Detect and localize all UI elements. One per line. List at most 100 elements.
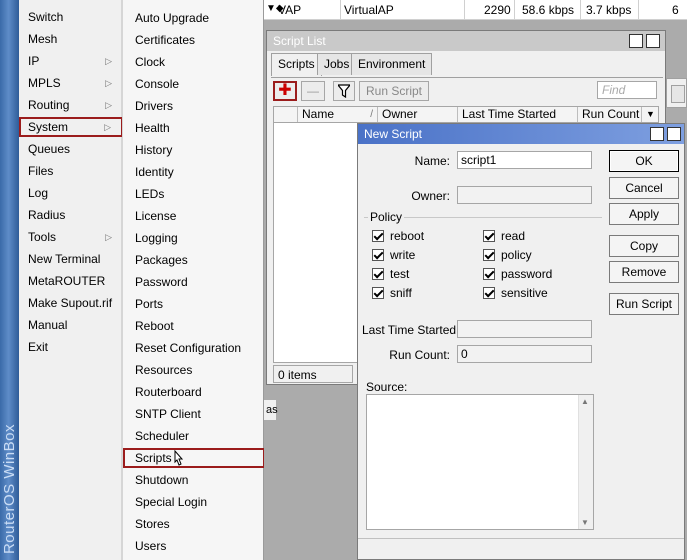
menu-item-system[interactable]: System ▷ [19,117,123,137]
policy-read[interactable]: read [483,229,525,243]
policy-test[interactable]: test [372,267,409,281]
background-fragment: as [264,400,278,420]
submenu-item-clock[interactable]: Clock [123,52,263,72]
menu-item-ip[interactable]: IP ▷ [19,51,122,71]
submenu-item-resources[interactable]: Resources [123,360,263,380]
column-run-count[interactable]: Run Count [578,107,642,122]
policy-label: read [501,229,526,243]
submenu-item-scripts[interactable]: Scripts [123,448,265,468]
menu-item-make-supout-rif[interactable]: Make Supout.rif [19,293,122,313]
submenu-item-license[interactable]: License [123,206,263,226]
submenu-arrow-icon: ▷ [105,78,112,88]
checkbox-checked-icon[interactable] [372,268,384,280]
submenu-item-stores[interactable]: Stores [123,514,263,534]
close-icon[interactable]: ✕ [646,34,660,48]
submenu-item-ports[interactable]: Ports [123,294,263,314]
submenu-item-packages[interactable]: Packages [123,250,263,270]
menu-item-files[interactable]: Files [19,161,122,181]
new-script-titlebar[interactable]: New Script □ ✕ [358,124,684,144]
background-interface-row[interactable]: ▼◆ VAP VirtualAP 2290 58.6 kbps 3.7 kbps… [264,0,687,20]
submenu-item-scheduler[interactable]: Scheduler [123,426,263,446]
menu-item-manual[interactable]: Manual [19,315,122,335]
checkbox-checked-icon[interactable] [483,268,495,280]
tab-environment[interactable]: Environment [351,53,433,75]
find-input[interactable]: Find [597,81,657,99]
submenu-item-routerboard[interactable]: Routerboard [123,382,263,402]
submenu-item-users[interactable]: Users [123,536,263,556]
filter-button[interactable] [333,81,355,101]
ok-button[interactable]: OK [609,150,679,172]
scroll-up-icon[interactable]: ▲ [581,397,589,406]
policy-policy[interactable]: policy [483,248,532,262]
submenu-item-identity[interactable]: Identity [123,162,263,182]
remove-button[interactable]: — [301,81,325,101]
submenu-item-history[interactable]: History [123,140,263,160]
submenu-item-shutdown[interactable]: Shutdown [123,470,263,490]
checkbox-checked-icon[interactable] [483,230,495,242]
menu-item-routing[interactable]: Routing ▷ [19,95,122,115]
menu-item-radius[interactable]: Radius [19,205,122,225]
menu-item-new-terminal[interactable]: New Terminal [19,249,122,269]
checkbox-checked-icon[interactable] [372,230,384,242]
submenu-item-drivers[interactable]: Drivers [123,96,263,116]
sort-icon: / [370,109,373,120]
policy-write[interactable]: write [372,248,415,262]
scroll-down-icon[interactable]: ▼ [581,518,589,527]
menu-item-mesh[interactable]: Mesh [19,29,122,49]
submenu-item-reboot[interactable]: Reboot [123,316,263,336]
submenu-item-health[interactable]: Health [123,118,263,138]
submenu-item-leds[interactable]: LEDs [123,184,263,204]
source-scrollbar[interactable]: ▲ ▼ [578,395,593,529]
submenu-item-special-login[interactable]: Special Login [123,492,263,512]
menu-item-queues[interactable]: Queues [19,139,122,159]
script-list-status: 0 items [273,365,353,383]
menu-item-label: IP [28,54,40,68]
owner-label: Owner: [411,189,450,203]
submenu-arrow-icon: ▷ [105,56,112,66]
checkbox-checked-icon[interactable] [372,287,384,299]
policy-sensitive[interactable]: sensitive [483,286,548,300]
submenu-item-auto-upgrade[interactable]: Auto Upgrade [123,8,263,28]
tab-scripts[interactable]: Scripts [271,53,322,76]
run-script-button[interactable]: Run Script [609,293,679,315]
bg-cell-mtu: 2290 [484,3,511,17]
copy-button[interactable]: Copy [609,235,679,257]
column-menu-icon[interactable]: ▼ [642,107,658,122]
menu-item-mpls[interactable]: MPLS ▷ [19,73,122,93]
column-owner[interactable]: Owner [378,107,458,122]
remove-button[interactable]: Remove [609,261,679,283]
menu-item-switch[interactable]: Switch [19,7,122,27]
checkbox-checked-icon[interactable] [372,249,384,261]
checkbox-checked-icon[interactable] [483,287,495,299]
menu-item-tools[interactable]: Tools ▷ [19,227,122,247]
bg-cell-rx: 3.7 kbps [586,3,632,17]
name-input[interactable]: script1 [457,151,592,169]
submenu-item-sntp-client[interactable]: SNTP Client [123,404,263,424]
source-textarea[interactable]: ▲ ▼ [366,394,594,530]
close-icon[interactable]: ✕ [667,127,681,141]
submenu-item-console[interactable]: Console [123,74,263,94]
run-script-button[interactable]: Run Script [359,81,429,101]
maximize-icon[interactable]: □ [650,127,664,141]
column-name[interactable]: Name / [298,107,378,122]
apply-button[interactable]: Apply [609,203,679,225]
policy-password[interactable]: password [483,267,552,281]
add-button[interactable]: ✚ [273,81,297,101]
policy-reboot[interactable]: reboot [372,229,424,243]
script-list-titlebar[interactable]: Script List □ ✕ [267,31,665,51]
submenu-item-logging[interactable]: Logging [123,228,263,248]
policy-sniff[interactable]: sniff [372,286,412,300]
cancel-button[interactable]: Cancel [609,177,679,199]
menu-item-exit[interactable]: Exit [19,337,122,357]
policy-group-label: Policy [368,210,405,224]
submenu-item-certificates[interactable]: Certificates [123,30,263,50]
submenu-item-password[interactable]: Password [123,272,263,292]
menu-item-metarouter[interactable]: MetaROUTER [19,271,122,291]
submenu-item-reset-configuration[interactable]: Reset Configuration [123,338,263,358]
owner-input[interactable] [457,186,592,204]
checkbox-checked-icon[interactable] [483,249,495,261]
column-last-time-started[interactable]: Last Time Started [458,107,578,122]
menu-item-log[interactable]: Log [19,183,122,203]
maximize-icon[interactable]: □ [629,34,643,48]
run-count-field: 0 [457,345,592,363]
